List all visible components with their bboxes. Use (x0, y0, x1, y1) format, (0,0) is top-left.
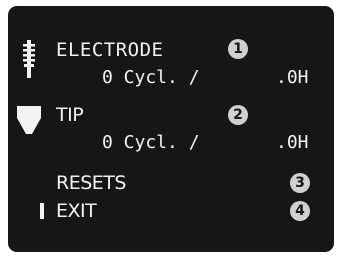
resets-label: RESETS (56, 172, 126, 194)
tip-number-badge: 2 (228, 105, 248, 125)
lcd-screen: ELECTRODE 1 0 Cycl. / .0H TIP 2 0 Cycl. … (8, 6, 334, 252)
electrode-hours-value: .0H (276, 67, 309, 88)
tip-icon (17, 106, 41, 134)
menu-item-exit[interactable]: EXIT 4 (8, 198, 334, 224)
tip-cycles-value: 0 Cycl. / (102, 132, 200, 153)
resets-number-badge: 3 (290, 173, 310, 193)
electrode-cycles-value: 0 Cycl. / (102, 67, 200, 88)
menu-item-resets[interactable]: RESETS 3 (8, 170, 334, 196)
menu-item-electrode[interactable]: ELECTRODE 1 0 Cycl. / .0H (8, 32, 334, 88)
exit-number-badge: 4 (290, 201, 310, 221)
tip-label: TIP (56, 104, 84, 126)
exit-label: EXIT (56, 200, 97, 222)
device-frame: ELECTRODE 1 0 Cycl. / .0H TIP 2 0 Cycl. … (0, 0, 342, 260)
electrode-icon (23, 40, 35, 78)
electrode-number-badge: 1 (228, 39, 248, 59)
menu-item-tip[interactable]: TIP 2 0 Cycl. / .0H (8, 98, 334, 158)
tip-hours-value: .0H (276, 132, 309, 153)
electrode-label: ELECTRODE (56, 39, 164, 61)
selection-cursor (40, 203, 44, 219)
